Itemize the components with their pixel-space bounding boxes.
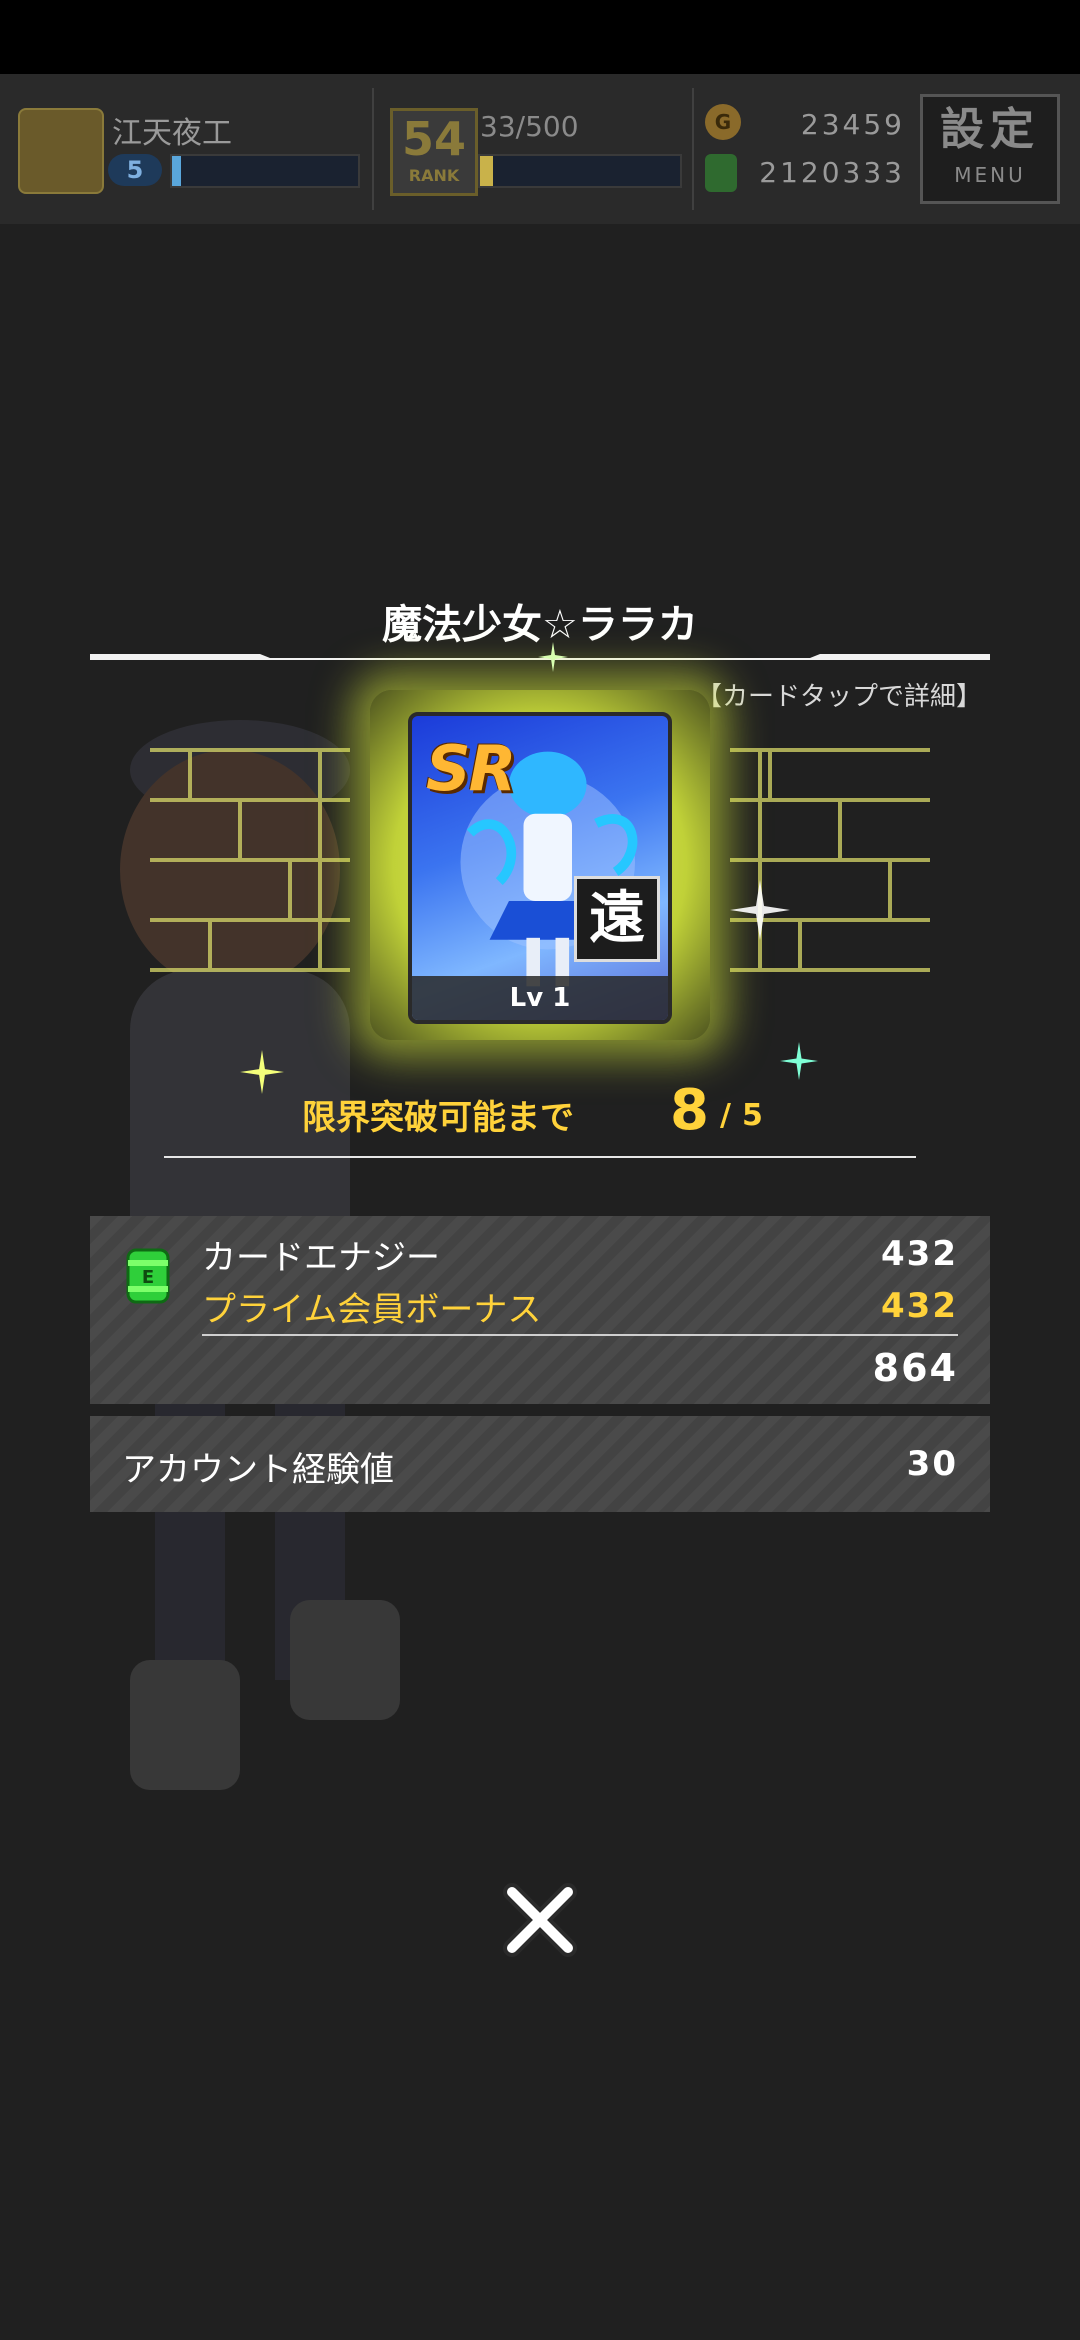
limit-break-current: 8 — [670, 1078, 709, 1143]
player-header: 江天夜工 5 54 RANK 33/500 G 23459 2120333 設定… — [0, 74, 1080, 224]
rank-progress-bar — [478, 154, 682, 188]
close-icon[interactable] — [500, 1880, 580, 1960]
rank-progress-fill — [480, 156, 494, 186]
card-energy-label: カードエナジー — [202, 1238, 440, 1278]
energy-sum-divider — [202, 1334, 958, 1336]
status-bar — [0, 0, 1080, 74]
rank-number: 54 — [401, 112, 466, 166]
card-energy-icon: E — [126, 1248, 170, 1304]
prime-bonus-value: 432 — [881, 1286, 958, 1326]
account-exp-value: 30 — [906, 1444, 958, 1484]
card-rarity-badge: SR — [426, 732, 516, 805]
account-exp-label: アカウント経験値 — [122, 1450, 394, 1490]
energy-count: 2120333 — [759, 156, 905, 189]
card-range-badge: 遠 — [574, 876, 660, 962]
settings-menu-button[interactable]: 設定 MENU — [920, 94, 1060, 204]
player-exp-bar — [170, 154, 360, 188]
sparkle-icon — [780, 1042, 818, 1080]
header-divider — [692, 88, 694, 210]
rank-progress-text: 33/500 — [480, 110, 579, 143]
limit-break-max: 5 — [742, 1098, 763, 1133]
card-energy-panel: E カードエナジー 432 プライム会員ボーナス 432 864 — [90, 1216, 990, 1404]
menu-button-label: 設定 — [940, 104, 1040, 155]
player-exp-fill — [172, 156, 182, 186]
energy-total-value: 864 — [872, 1346, 958, 1390]
rank-badge: 54 RANK — [390, 108, 478, 196]
sparkle-icon — [730, 880, 790, 940]
sparkle-icon — [240, 1050, 284, 1094]
account-exp-panel: アカウント経験値 30 — [90, 1416, 990, 1512]
limit-break-divider — [164, 1156, 916, 1158]
player-avatar[interactable] — [18, 108, 104, 194]
sparkle-icon — [538, 642, 568, 672]
player-name: 江天夜工 — [112, 116, 232, 151]
svg-text:E: E — [142, 1267, 154, 1288]
reward-card[interactable]: SR 遠 Lv 1 — [408, 712, 672, 1024]
menu-button-sublabel: MENU — [954, 163, 1026, 187]
rank-word: RANK — [408, 166, 460, 185]
header-divider — [372, 88, 374, 210]
limit-break-label: 限界突破可能まで — [302, 1098, 574, 1138]
coin-icon: G — [705, 104, 741, 140]
coin-count: 23459 — [800, 108, 905, 141]
energy-small-icon — [705, 154, 737, 192]
card-level: Lv 1 — [412, 976, 668, 1020]
player-level-badge: 5 — [108, 154, 162, 186]
limit-break-separator: / — [720, 1098, 731, 1133]
card-energy-value: 432 — [881, 1234, 958, 1274]
prime-bonus-label: プライム会員ボーナス — [202, 1290, 542, 1330]
